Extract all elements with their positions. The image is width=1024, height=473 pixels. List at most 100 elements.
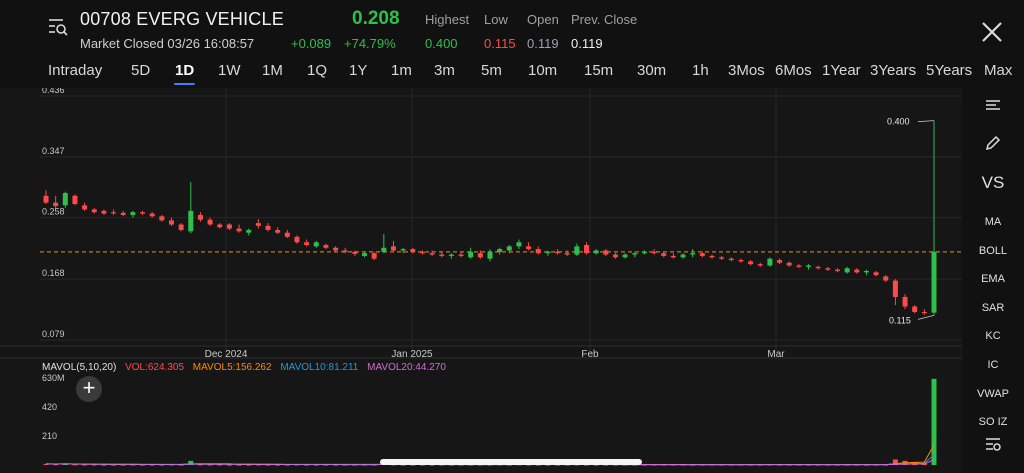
- candle-body: [574, 246, 580, 255]
- tab-1h[interactable]: 1h: [692, 62, 709, 79]
- candle-body: [178, 224, 184, 230]
- prev-close-value: 0.119: [571, 36, 603, 51]
- candle-body: [545, 251, 551, 254]
- candle-body: [53, 202, 59, 207]
- vol-tick-label: 210: [42, 431, 57, 441]
- open-value: 0.119: [527, 36, 559, 51]
- settings-list-icon[interactable]: [962, 435, 1024, 456]
- candle-body: [709, 255, 715, 258]
- indicator-ma[interactable]: MA: [962, 216, 1024, 228]
- y-tick-label: 0.168: [42, 268, 65, 278]
- candle-body: [217, 224, 223, 228]
- add-indicator-button[interactable]: +: [76, 376, 102, 402]
- close-icon[interactable]: [980, 20, 1004, 44]
- candle-body: [680, 254, 686, 258]
- candle-body: [111, 212, 117, 214]
- tab-1m[interactable]: 1m: [391, 62, 412, 79]
- candle-body: [564, 253, 570, 255]
- candle-body: [120, 212, 126, 215]
- candle-body: [661, 253, 667, 256]
- tab-6mos[interactable]: 6Mos: [775, 62, 812, 79]
- indicator-sar[interactable]: SAR: [962, 302, 1024, 314]
- tab-5d[interactable]: 5D: [131, 62, 150, 79]
- tab-1d[interactable]: 1D: [173, 62, 196, 85]
- indicator-kc[interactable]: KC: [962, 330, 1024, 342]
- candle-body: [352, 251, 358, 254]
- candle-body: [188, 210, 194, 232]
- tab-1m[interactable]: 1M: [262, 62, 283, 79]
- indicator-so-iz[interactable]: SO IZ: [962, 416, 1024, 428]
- candle-body: [159, 216, 165, 221]
- candle-body: [497, 249, 503, 252]
- candle-body: [226, 224, 232, 229]
- tab-5years[interactable]: 5Years: [926, 62, 972, 79]
- tab-3mos[interactable]: 3Mos: [728, 62, 765, 79]
- tab-1y[interactable]: 1Y: [349, 62, 367, 79]
- lines-icon[interactable]: [962, 98, 1024, 117]
- candle-body: [275, 229, 281, 233]
- tab-10m[interactable]: 10m: [528, 62, 557, 79]
- mavol5-value: MAVOL5:156.262: [192, 362, 272, 373]
- candle-body: [62, 193, 68, 206]
- candle-body: [410, 249, 416, 252]
- candle-body: [255, 223, 261, 226]
- candle-body: [400, 249, 406, 251]
- candle-body: [902, 296, 908, 307]
- volume-bar: [931, 378, 937, 465]
- mavol20-value: MAVOL20:44.270: [367, 362, 446, 373]
- price-chart[interactable]: 0.4360.3470.2580.1680.079Dec 2024 Jan 202…: [0, 88, 962, 473]
- candle-body: [555, 251, 561, 254]
- candle-body: [854, 269, 860, 273]
- tab-1q[interactable]: 1Q: [307, 62, 327, 79]
- candle-body: [728, 258, 734, 261]
- candle-body: [632, 253, 638, 255]
- candle-body: [304, 242, 310, 245]
- y-tick-label: 0.347: [42, 146, 65, 156]
- tab-max[interactable]: Max: [984, 62, 1012, 79]
- candle-body: [844, 268, 850, 273]
- tab-30m[interactable]: 30m: [637, 62, 666, 79]
- candle-body: [612, 254, 618, 258]
- timeframe-tabs: Intraday 5D 1D 1W 1M 1Q 1Y 1m 3m 5m 10m 15m 30m 1h 3Mo…: [0, 58, 1024, 89]
- tab-3years[interactable]: 3Years: [870, 62, 916, 79]
- candle-body: [670, 255, 676, 258]
- list-search-icon[interactable]: [46, 14, 70, 38]
- candle-body: [825, 268, 831, 270]
- tab-intraday[interactable]: Intraday: [48, 62, 102, 79]
- indicator-boll[interactable]: BOLL: [962, 245, 1024, 257]
- candle-body: [362, 253, 368, 256]
- candle-body: [651, 251, 657, 254]
- home-indicator[interactable]: [380, 459, 642, 465]
- indicator-ic[interactable]: IC: [962, 359, 1024, 371]
- tab-1year[interactable]: 1Year: [822, 62, 861, 79]
- candle-body: [342, 250, 348, 252]
- candle-body: [236, 228, 242, 232]
- candle-body: [912, 306, 918, 312]
- indicator-vwap[interactable]: VWAP: [962, 388, 1024, 400]
- candle-body: [207, 219, 213, 225]
- vs-compare-button[interactable]: VS: [962, 173, 1024, 193]
- y-tick-label: 0.079: [42, 329, 65, 339]
- candle-body: [719, 257, 725, 259]
- candle-body: [883, 276, 889, 281]
- candle-body: [603, 250, 609, 255]
- open-label: Open: [527, 12, 559, 27]
- indicator-ema[interactable]: EMA: [962, 273, 1024, 285]
- candle-body: [786, 262, 792, 266]
- candle-body: [448, 254, 454, 256]
- tab-1w[interactable]: 1W: [218, 62, 241, 79]
- tab-5m[interactable]: 5m: [481, 62, 502, 79]
- candle-body: [168, 220, 174, 225]
- low-value: 0.115: [484, 36, 516, 51]
- tab-3m[interactable]: 3m: [434, 62, 455, 79]
- highest-value: 0.400: [425, 36, 458, 51]
- pencil-icon[interactable]: [962, 134, 1024, 155]
- candle-body: [265, 225, 271, 230]
- highest-label: Highest: [425, 12, 470, 27]
- candle-body: [333, 247, 339, 251]
- candle-body: [921, 311, 927, 314]
- tab-15m[interactable]: 15m: [584, 62, 613, 79]
- low-marker-label: 0.115: [889, 315, 911, 325]
- prev-close-label: Prev. Close: [571, 12, 638, 27]
- candle-body: [429, 253, 435, 255]
